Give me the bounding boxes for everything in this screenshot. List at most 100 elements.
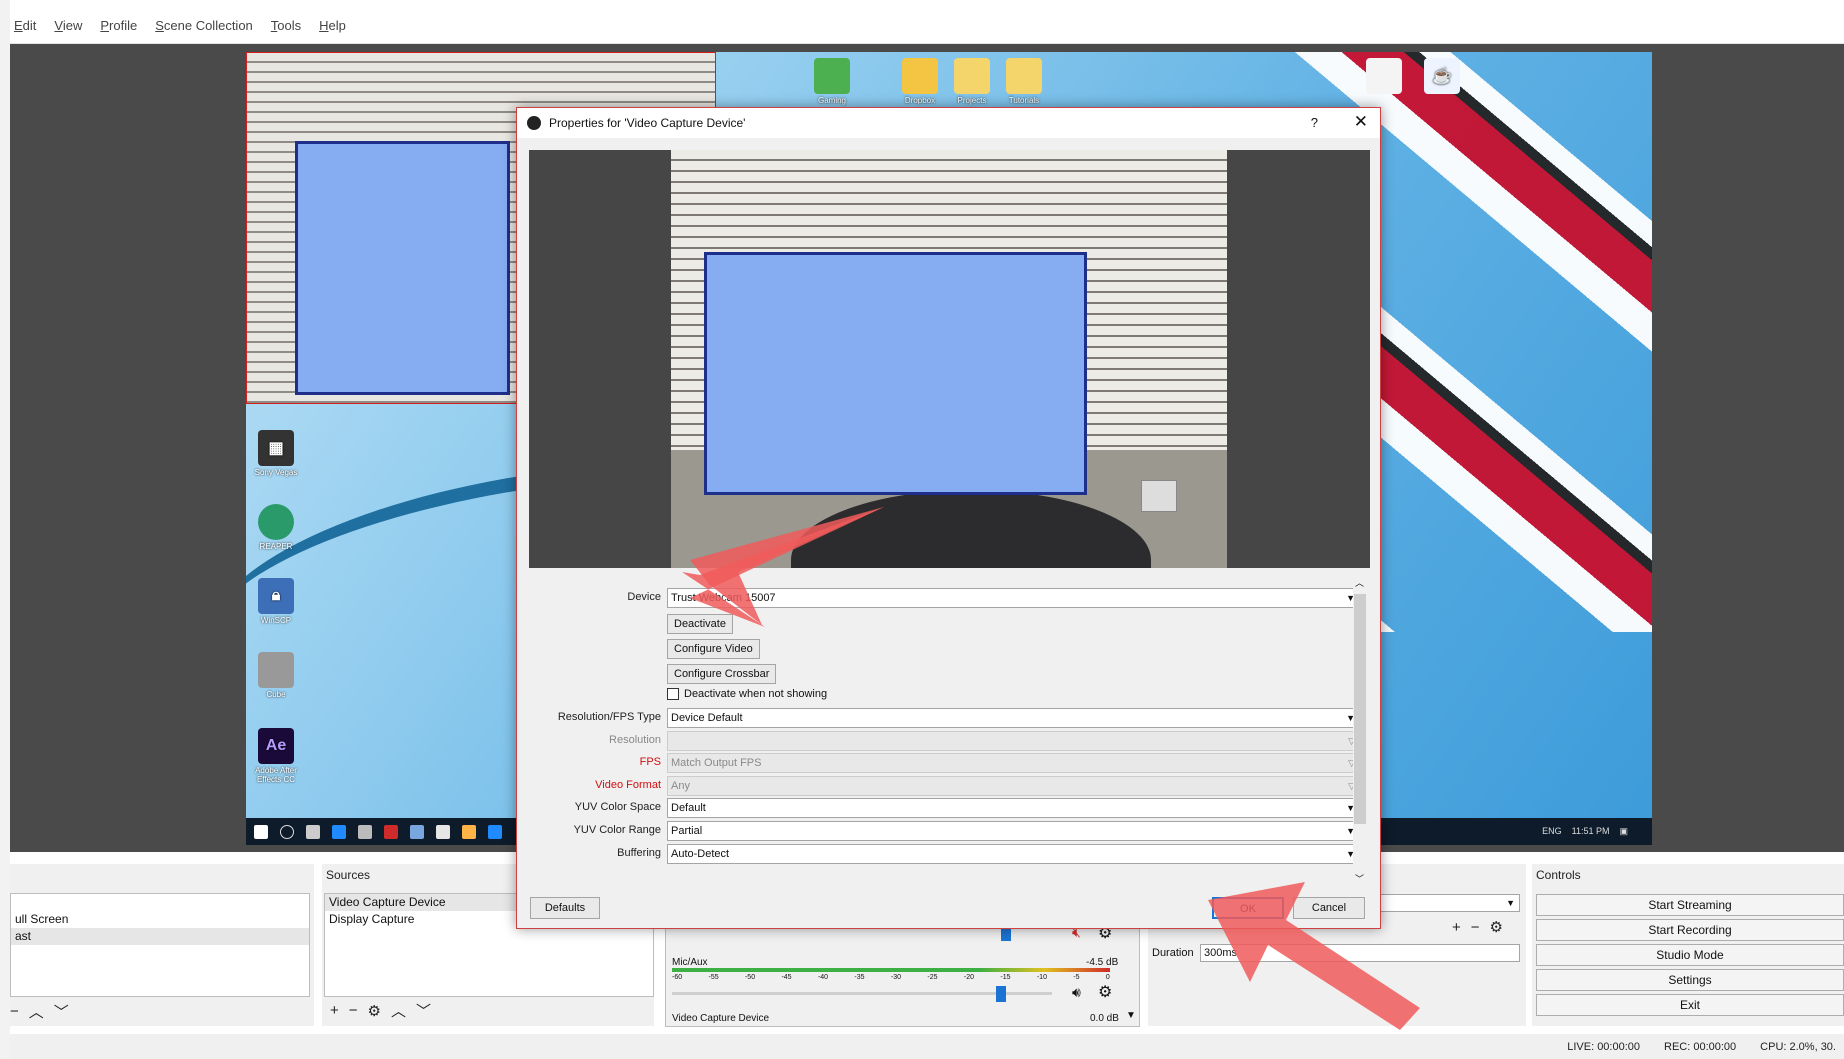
menu-edit[interactable]: Edit [14,18,36,33]
yuv-space-row: YUV Color Space Default ▼ [529,798,1361,818]
checkbox-box[interactable] [667,688,679,700]
properties-dialog: Properties for 'Video Capture Device' ? … [516,107,1381,929]
desktop-icon-tutorials[interactable]: Tutorials [996,58,1052,105]
properties-scrollbar[interactable]: ︿ ﹀ [1353,576,1367,888]
studio-mode-button[interactable]: Studio Mode [1536,944,1844,966]
reaper-icon [258,504,294,540]
yuv-range-select[interactable]: Partial ▼ [667,821,1361,841]
move-down-icon[interactable]: ﹀ [416,1000,431,1021]
menu-help[interactable]: Help [319,18,346,33]
buffering-label: Buffering [617,847,661,859]
checkbox-label: Deactivate when not showing [684,688,828,700]
deactivate-when-hidden-checkbox[interactable]: Deactivate when not showing [667,688,827,700]
device-select[interactable]: Trust Webcam 15007 ▼ [667,588,1361,608]
gear-icon[interactable]: ⚙ [368,1002,381,1020]
move-down-icon[interactable]: ﹀ [54,1001,69,1022]
desktop-audio-slider-handle[interactable] [1001,927,1011,941]
video-capture-audio-label: Video Capture Device [672,1013,770,1024]
mic-volume-handle[interactable] [996,986,1006,1002]
device-value: Trust Webcam 15007 [671,592,776,604]
language-indicator: ENG [1542,826,1562,836]
res-type-label: Resolution/FPS Type [557,711,661,723]
ie-icon [488,824,502,839]
move-up-icon[interactable]: ︿ [29,1001,44,1022]
duration-spinbox[interactable]: 300ms [1200,944,1520,962]
start-recording-button[interactable]: Start Recording [1536,919,1844,941]
desktop-icon-gaming[interactable]: Gaming [804,58,860,105]
configure-crossbar-button[interactable]: Configure Crossbar [667,664,777,684]
yuv-space-select[interactable]: Default ▼ [667,798,1361,818]
desktop-icon-reaper[interactable]: REAPER [248,504,304,551]
audio-mixer: 🔇︎ ⚙ Mic/Aux -4.5 dB -60 -55 -50 -45 -40 -35-… [665,924,1140,1027]
desktop-icon-sony-vegas[interactable]: ▦ Sony Vegas [248,430,304,477]
resolution-row: Resolution ▽ [529,731,1361,751]
file-icon [1366,58,1402,94]
menu-view[interactable]: View [54,18,82,33]
scenes-list[interactable]: ull Screen ast [10,893,310,997]
move-up-icon[interactable]: ︿ [391,1000,406,1021]
clock: 11:51 PM [1571,826,1610,836]
help-button[interactable]: ? [1311,115,1318,130]
settings-button[interactable]: Settings [1536,969,1844,991]
scene-item[interactable]: ull Screen [11,911,309,928]
scene-item-selected[interactable]: ast [11,928,309,945]
webcam-feed [671,150,1227,568]
window-edge [0,0,10,1059]
exit-button[interactable]: Exit [1536,994,1844,1016]
menu-bar: Edit View Profile Scene Collection Tools… [10,8,1844,44]
start-streaming-button[interactable]: Start Streaming [1536,894,1844,916]
gear-icon[interactable]: ⚙ [1490,918,1503,936]
status-bar: LIVE: 00:00:00 REC: 00:00:00 CPU: 2.0%, … [10,1034,1844,1059]
desktop-icon-winscp[interactable]: 🔒︎ WinSCP [248,578,304,625]
menu-scene-collection[interactable]: Scene Collection [155,18,253,33]
cancel-button[interactable]: Cancel [1293,897,1365,919]
controls-dock: Controls Start Streaming Start Recording… [1532,864,1844,1026]
deactivate-button[interactable]: Deactivate [667,614,733,634]
speaker-icon[interactable]: 🔊︎ [1072,984,1081,1001]
gear-icon[interactable]: ⚙ [1098,982,1112,1002]
remove-source-icon[interactable]: − [349,1002,358,1019]
desktop-icon-java[interactable]: ☕ [1414,58,1470,96]
ok-button[interactable]: OK [1212,897,1284,919]
folder-icon [902,58,938,94]
configure-video-button[interactable]: Configure Video [667,639,760,659]
mic-volume-track[interactable] [672,992,1052,995]
edge-icon [332,824,346,839]
menu-profile[interactable]: Profile [100,18,137,33]
buffering-select[interactable]: Auto-Detect ▼ [667,844,1361,864]
desktop-icon-cube[interactable]: Cube [248,652,304,699]
defaults-button[interactable]: Defaults [530,897,600,919]
desktop-icon-dropbox[interactable]: Dropbox [892,58,948,105]
desktop-icon-file[interactable] [1356,58,1412,96]
remove-transition-icon[interactable]: − [1471,919,1480,936]
dialog-title-bar[interactable]: Properties for 'Video Capture Device' ? … [517,108,1380,138]
notification-icon: ▣ [1619,826,1628,836]
scroll-up-icon[interactable]: ︿ [1355,576,1364,589]
scroll-down-icon[interactable]: ﹀ [1355,872,1364,885]
yuv-space-label: YUV Color Space [574,801,661,813]
close-icon[interactable]: ✕ [1354,112,1368,132]
lock-icon: 🔒︎ [258,578,294,614]
scene-item[interactable] [11,894,309,911]
remove-scene-icon[interactable]: − [10,1003,19,1020]
app-icon [462,824,476,839]
add-transition-icon[interactable]: + [1452,919,1461,936]
fps-select: Match Output FPS ▽ [667,753,1361,773]
transition-toolbar: + − ⚙ [1452,918,1503,937]
rec-timer: REC: 00:00:00 [1664,1040,1737,1053]
desktop-icon-after-effects[interactable]: Ae Adobe After Effects CC [248,728,304,784]
film-icon: ▦ [258,430,294,466]
video-format-label: Video Format [595,779,661,791]
fps-row: FPS Match Output FPS ▽ [529,753,1361,773]
live-timer: LIVE: 00:00:00 [1567,1040,1641,1053]
desktop-icon-projects[interactable]: Projects [944,58,1000,105]
resolution-label: Resolution [609,734,661,746]
res-type-select[interactable]: Device Default ▼ [667,708,1361,728]
wall-outlet [1141,480,1177,512]
scroll-down-icon[interactable]: ▼ [1126,1010,1136,1021]
menu-tools[interactable]: Tools [271,18,301,33]
fps-label: FPS [639,756,661,768]
scrollbar-thumb[interactable] [1354,594,1366,824]
add-source-icon[interactable]: + [330,1002,339,1019]
windows-start-icon [254,824,268,839]
